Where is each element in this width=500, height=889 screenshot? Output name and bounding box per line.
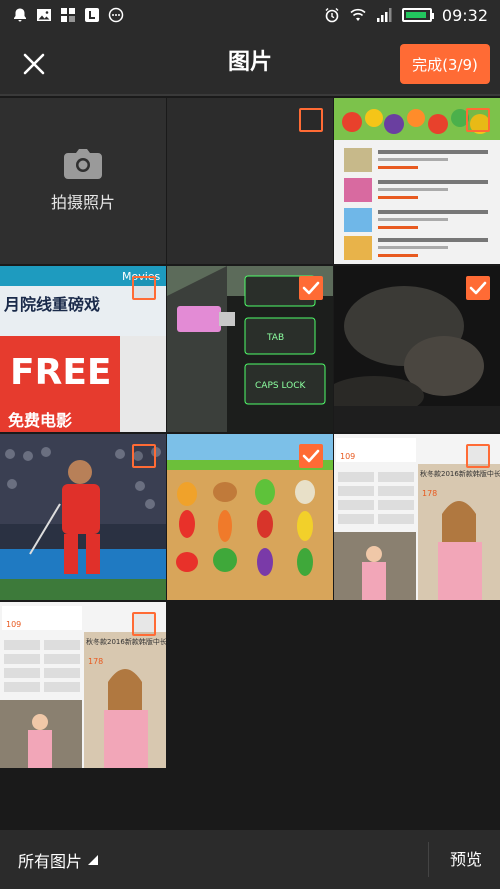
clock: 09:32 (441, 5, 488, 25)
photo-tile[interactable]: TAB CAPS LOCK (167, 266, 333, 432)
take-photo-tile[interactable]: 拍摄照片 (0, 98, 166, 264)
fashion-price-text-2: 178 (88, 657, 103, 666)
photo-checkbox[interactable] (132, 444, 156, 468)
photo-tile[interactable]: 109 秋冬款2016新款韩版中长款修 178 (0, 602, 166, 768)
photo-checkbox-checked[interactable] (466, 276, 490, 300)
photo-checkbox[interactable] (466, 444, 490, 468)
fashion-title-text: 秋冬款2016新款韩版中长款修 (420, 469, 500, 478)
fashion-price-text: 109 (6, 620, 21, 629)
app-grid-icon (61, 8, 75, 22)
cinema-line-text: 月院线重磅戏 (3, 295, 100, 314)
fashion-price-text: 109 (340, 452, 355, 461)
more-dots-icon (108, 7, 124, 23)
bottom-bar: 所有图片 预览 (0, 830, 500, 889)
close-icon (23, 53, 45, 75)
triangle-dropdown-icon (88, 854, 99, 865)
top-app-bar: 图片 完成(3/9) (0, 30, 500, 96)
signal-icon (376, 8, 392, 22)
cinema-bottom-text: 免费电影 (8, 411, 72, 430)
cinema-free-text: FREE (10, 352, 112, 393)
photo-tile[interactable]: 109 秋冬款2016新款韩版中长款修 178 (334, 434, 500, 600)
photo-tile[interactable] (334, 266, 500, 432)
photo-tile[interactable] (167, 98, 333, 264)
status-right-icons: 09:32 (324, 6, 500, 25)
photo-checkbox[interactable] (299, 108, 323, 132)
fashion-title-text: 秋冬款2016新款韩版中长款修 (86, 637, 166, 646)
camera-icon (64, 149, 102, 179)
check-icon (469, 281, 487, 295)
photo-tile[interactable] (0, 434, 166, 600)
photo-checkbox[interactable] (466, 108, 490, 132)
notification-bell-icon (14, 8, 26, 22)
folder-label: 所有图片 (18, 851, 83, 871)
photo-tile[interactable] (167, 434, 333, 600)
fashion-price-text-2: 178 (422, 489, 437, 498)
preview-button[interactable]: 预览 (450, 830, 482, 889)
folder-selector[interactable]: 所有图片 (0, 848, 99, 872)
key-caps-text: CAPS LOCK (255, 381, 307, 391)
status-bar: 09:32 (0, 0, 500, 30)
photo-checkbox[interactable] (132, 276, 156, 300)
key-tab-text: TAB (266, 333, 284, 343)
photo-tile[interactable]: 月院线重磅戏 FREE 免费电影 Movies (0, 266, 166, 432)
take-photo-label: 拍摄照片 (50, 193, 115, 212)
l-app-icon (85, 8, 99, 22)
photo-checkbox-checked[interactable] (299, 444, 323, 468)
check-icon (302, 449, 320, 463)
close-button[interactable] (14, 44, 54, 84)
photo-grid: 拍摄照片 月院线重磅戏 FREE 免费电影 Movies TAB CAPS LO… (0, 98, 500, 768)
battery-icon (401, 8, 434, 22)
wifi-icon (350, 8, 366, 21)
photo-checkbox[interactable] (132, 612, 156, 636)
photo-tile[interactable] (334, 98, 500, 264)
done-button[interactable]: 完成(3/9) (400, 44, 490, 84)
image-icon (37, 9, 51, 21)
photo-checkbox-checked[interactable] (299, 276, 323, 300)
alarm-icon (325, 8, 339, 23)
status-left-icons (0, 7, 124, 23)
check-icon (302, 281, 320, 295)
divider (428, 842, 429, 877)
